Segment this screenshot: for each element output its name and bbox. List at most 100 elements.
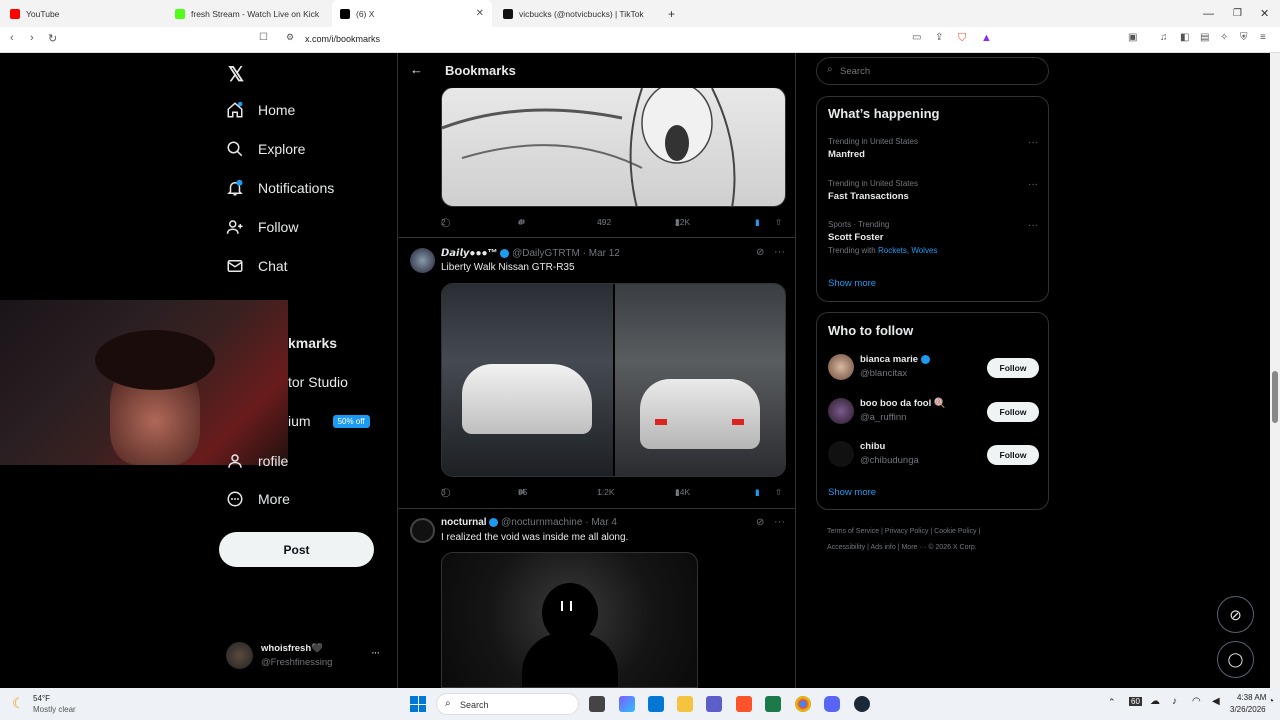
account-more-icon[interactable]: ···	[371, 647, 380, 659]
follow-suggestion[interactable]: bianca marie @blancitax Follow	[828, 353, 1040, 383]
minimize-icon[interactable]: —	[1195, 0, 1222, 27]
share-icon[interactable]: ⇧	[775, 487, 782, 498]
tweet-date[interactable]: · Mar 4	[585, 517, 617, 528]
post-button[interactable]: Post	[219, 532, 374, 567]
avatar[interactable]	[410, 248, 435, 273]
brave-shield-icon[interactable]: ⛉	[958, 32, 966, 45]
back-arrow-icon[interactable]: ←	[410, 62, 423, 77]
nav-more[interactable]: More	[226, 490, 290, 508]
steam-icon[interactable]	[854, 696, 870, 712]
new-tab-button[interactable]: +	[660, 0, 680, 27]
copilot-icon[interactable]	[619, 696, 635, 712]
trend-item[interactable]: Trending in United States Fast Transacti…	[828, 179, 1038, 202]
nav-creator-studio[interactable]: tor Studio	[288, 374, 348, 390]
fps-icon[interactable]: 60	[1129, 697, 1142, 706]
back-icon[interactable]: ‹	[10, 32, 14, 44]
tweet-author-name[interactable]: 𝘿𝙖𝙞𝙡𝙮●●●™	[441, 248, 498, 259]
weather-icon[interactable]: ☾	[12, 695, 25, 712]
nav-explore[interactable]: Explore	[226, 140, 305, 158]
url-field[interactable]: x.com/i/bookmarks	[305, 34, 380, 44]
avatar[interactable]	[410, 518, 435, 543]
footer-link[interactable]: Cookie Policy	[934, 528, 976, 535]
trend-item[interactable]: Sports · Trending Scott Foster Trending …	[828, 220, 1038, 255]
footer-link[interactable]: Terms of Service	[827, 528, 879, 535]
footer-link[interactable]: More ···	[901, 544, 926, 551]
discord-icon[interactable]	[824, 696, 840, 712]
show-more-link[interactable]: Show more	[828, 278, 876, 289]
windows-start-icon[interactable]	[410, 696, 426, 712]
nav-chat[interactable]: Chat	[226, 257, 288, 275]
notification-bell-icon[interactable]: ◔	[1268, 696, 1274, 707]
grok-icon[interactable]: ⊘	[756, 247, 764, 258]
trend-more-icon[interactable]: ···	[1028, 137, 1038, 148]
tweet-image-1[interactable]	[442, 284, 613, 476]
share-icon[interactable]: ⇪	[935, 32, 943, 43]
tweet-author-name[interactable]: nocturnal	[441, 517, 487, 528]
site-info-icon[interactable]: ⚙	[286, 32, 294, 43]
messages-fab-icon[interactable]: ◯	[1217, 641, 1254, 678]
tweet-media-sketch[interactable]	[441, 87, 786, 207]
show-hidden-icons-icon[interactable]: ⌃	[1108, 697, 1116, 708]
microphone-icon[interactable]: ♪	[1172, 696, 1177, 707]
app-icon[interactable]	[765, 696, 781, 712]
cast-icon[interactable]: ▭	[912, 32, 921, 43]
share-icon[interactable]: ⇧	[775, 217, 782, 228]
bookmark-icon[interactable]: ▮	[755, 217, 760, 228]
tweet-more-icon[interactable]: ···	[774, 246, 785, 258]
follow-button[interactable]: Follow	[987, 445, 1039, 465]
tab-youtube[interactable]: YouTube	[2, 0, 167, 27]
grok-fab-icon[interactable]: ⊘	[1217, 596, 1254, 633]
tweet-media-void[interactable]	[441, 552, 698, 688]
music-icon[interactable]: ♫	[1160, 32, 1168, 43]
close-window-icon[interactable]: ✕	[1252, 0, 1277, 27]
wifi-icon[interactable]: ◠	[1192, 696, 1201, 707]
nav-home[interactable]: Home	[226, 101, 295, 119]
bookmark-page-icon[interactable]: ☐	[259, 32, 268, 43]
file-explorer-icon[interactable]	[677, 696, 693, 712]
tab-kick[interactable]: fresh Stream - Watch Live on Kick	[167, 0, 332, 27]
trend-more-icon[interactable]: ···	[1028, 179, 1038, 190]
reload-icon[interactable]: ↻	[48, 32, 57, 45]
sidebar-toggle-icon[interactable]: ▣	[1128, 32, 1137, 43]
clock-time[interactable]: 4:38 AM	[1237, 693, 1266, 702]
grok-icon[interactable]: ⊘	[756, 517, 764, 528]
footer-link[interactable]: Privacy Policy	[885, 528, 929, 535]
wallet-icon[interactable]: ▤	[1200, 32, 1209, 43]
tweet-image-2[interactable]	[615, 284, 785, 476]
leo-icon[interactable]: ✧	[1220, 32, 1228, 43]
search-input[interactable]: ⌕ Search	[816, 57, 1049, 85]
taskbar-search[interactable]: ⌕ Search	[436, 693, 579, 715]
tweet-more-icon[interactable]: ···	[774, 516, 785, 528]
close-tab-icon[interactable]: ✕	[476, 8, 484, 19]
vpn-icon[interactable]: ⛨	[1240, 32, 1248, 43]
tweet-handle[interactable]: @DailyGTRTM	[512, 248, 580, 259]
nav-premium[interactable]: ium 50% off	[288, 413, 370, 429]
tab-tiktok[interactable]: vicbucks (@notvicbucks) | TikTok	[495, 0, 660, 27]
volume-icon[interactable]: ◀	[1212, 696, 1220, 707]
maximize-icon[interactable]: ❐	[1225, 0, 1250, 27]
nav-follow[interactable]: Follow	[226, 218, 298, 236]
trend-with-links[interactable]: Rockets, Wolves	[878, 246, 937, 255]
footer-link[interactable]: Ads info	[870, 544, 895, 551]
scrollbar-thumb[interactable]	[1272, 371, 1278, 423]
follow-suggestion[interactable]: chibu @chibudunga Follow	[828, 440, 1040, 470]
follow-suggestion[interactable]: boo boo da fool 🍭 @a_ruffinn Follow	[828, 397, 1040, 427]
cloud-icon[interactable]: ☁	[1150, 696, 1160, 707]
page-scrollbar[interactable]	[1270, 53, 1280, 688]
tab-x[interactable]: (6) X ✕	[332, 0, 492, 27]
menu-icon[interactable]: ≡	[1260, 32, 1266, 43]
reader-icon[interactable]: ◧	[1180, 32, 1189, 43]
clock-date[interactable]: 3/26/2026	[1230, 705, 1266, 714]
forward-icon[interactable]: ›	[30, 32, 34, 44]
teams-icon[interactable]	[706, 696, 722, 712]
chrome-icon[interactable]	[795, 696, 811, 712]
follow-button[interactable]: Follow	[987, 402, 1039, 422]
nav-notifications[interactable]: Notifications	[226, 179, 334, 197]
task-view-icon[interactable]	[589, 696, 605, 712]
brave-rewards-icon[interactable]: ▲	[981, 32, 992, 44]
nav-bookmarks[interactable]: kmarks	[288, 335, 337, 351]
bookmark-icon[interactable]: ▮	[755, 487, 760, 498]
follow-button[interactable]: Follow	[987, 358, 1039, 378]
tweet-handle[interactable]: @nocturnmachine	[501, 517, 582, 528]
show-more-link[interactable]: Show more	[828, 487, 876, 498]
